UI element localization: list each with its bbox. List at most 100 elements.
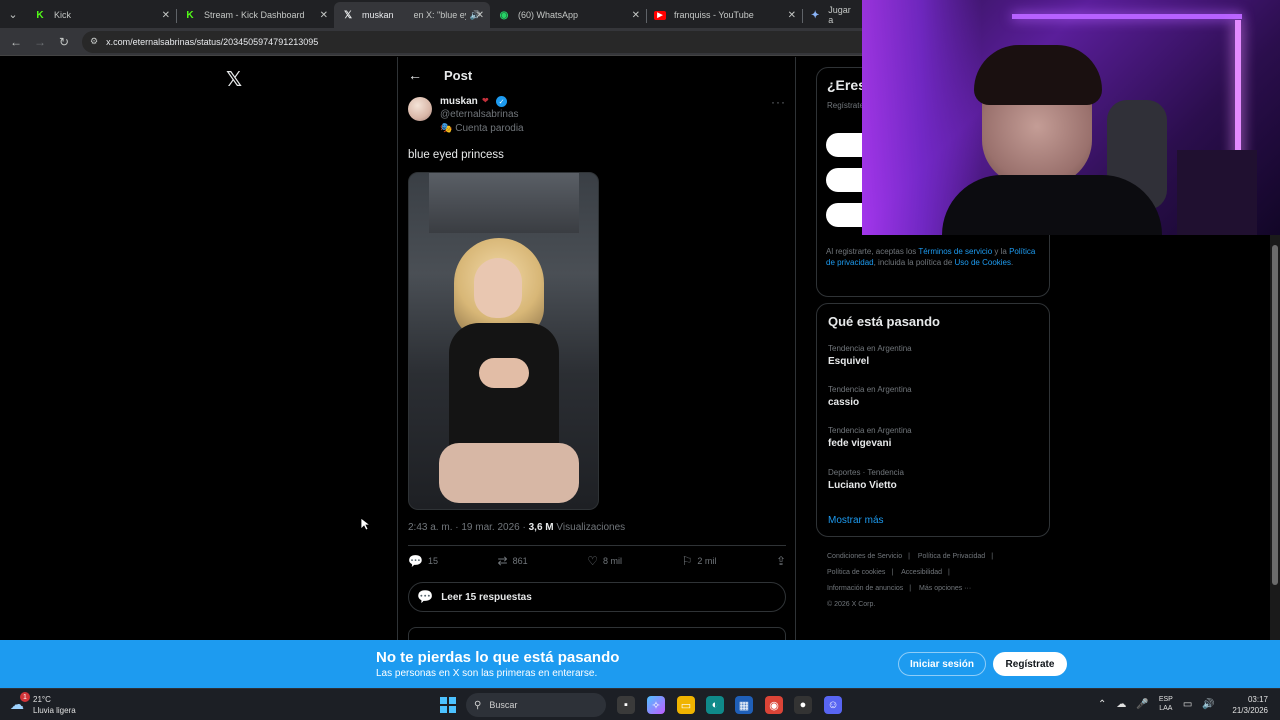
- microphone-icon[interactable]: 🎤: [1136, 699, 1148, 710]
- cookies-link[interactable]: Uso de Cookies: [955, 258, 1011, 267]
- trend-name: cassio: [828, 397, 860, 408]
- trend-context: Deportes · Tendencia: [828, 468, 904, 477]
- trend-item[interactable]: Tendencia en Argentina fede vigevani: [828, 426, 1038, 449]
- webcam-person-body: [942, 175, 1162, 235]
- app-icon[interactable]: ●: [794, 696, 812, 714]
- scroll-thumb[interactable]: [1272, 245, 1278, 585]
- close-icon[interactable]: ✕: [788, 10, 796, 21]
- store-icon[interactable]: ▦: [735, 696, 753, 714]
- close-icon[interactable]: ✕: [476, 10, 484, 21]
- forward-icon[interactable]: →: [28, 35, 52, 49]
- tab-label: Jugar a: [828, 5, 851, 25]
- tab-label: Stream - Kick Dashboard: [204, 10, 305, 20]
- network-icon[interactable]: ☁: [1116, 699, 1126, 710]
- avatar[interactable]: [408, 97, 432, 121]
- search-icon: ⚲: [474, 699, 482, 711]
- back-arrow-icon[interactable]: ←: [408, 67, 428, 83]
- like-button[interactable]: ♡ 8 mil: [587, 554, 622, 568]
- taskbar-clock[interactable]: 03:17 21/3/2026: [1226, 694, 1268, 716]
- tab-label: muskan: [362, 10, 394, 20]
- page-title: Post: [444, 67, 473, 83]
- post-media[interactable]: [408, 172, 599, 510]
- task-view-icon[interactable]: ▪: [617, 696, 635, 714]
- webcam-led-strip: [1012, 14, 1242, 19]
- language-indicator[interactable]: ESP LAA: [1159, 695, 1173, 713]
- trend-item[interactable]: Tendencia en Argentina Esquivel: [828, 344, 1038, 367]
- read-replies-button[interactable]: 💬 Leer 15 respuestas: [408, 582, 786, 612]
- chrome-icon[interactable]: ◉: [765, 696, 783, 714]
- repost-button[interactable]: ⇄ 861: [498, 554, 528, 568]
- reply-count: 15: [427, 556, 438, 566]
- trend-name: Luciano Vietto: [828, 480, 897, 491]
- reply-bubble-icon: 💬: [417, 589, 434, 604]
- post-meta: 2:43 a. m. · 19 mar. 2026 · 3,6 M Visual…: [408, 522, 626, 533]
- reply-button[interactable]: 💬 15: [408, 554, 438, 568]
- discord-icon[interactable]: ☺: [824, 696, 842, 714]
- chevron-up-icon[interactable]: ⌃: [1098, 699, 1106, 710]
- signup-legal-text: Al registrarte, aceptas los Términos de …: [826, 246, 1041, 268]
- copilot-icon[interactable]: ✧: [647, 696, 665, 714]
- footer-link-cookies[interactable]: Política de cookies: [827, 569, 885, 576]
- trend-item[interactable]: Tendencia en Argentina cassio: [828, 385, 1038, 408]
- rain-cloud-icon: ☁ 1: [10, 692, 30, 714]
- repost-icon: ⇄: [497, 554, 508, 568]
- url-bar[interactable]: ⚙ x.com/eternalsabrinas/status/203450597…: [82, 30, 932, 53]
- edge-icon[interactable]: ◐: [706, 696, 724, 714]
- post-date[interactable]: 19 mar. 2026: [461, 522, 519, 533]
- footer-link-privacy[interactable]: Política de Privacidad: [918, 553, 985, 560]
- clock-time: 03:17: [1247, 695, 1268, 704]
- post-actions: 💬 15 ⇄ 861 ♡ 8 mil ⚐ 2 mil ⇪: [408, 550, 786, 572]
- tab-kick-dashboard[interactable]: K Stream - Kick Dashboard ✕: [176, 2, 334, 28]
- scrollbar[interactable]: [1270, 235, 1280, 640]
- tab-label: Kick: [54, 10, 72, 20]
- author-handle[interactable]: @eternalsabrinas: [440, 109, 519, 120]
- login-button[interactable]: Iniciar sesión: [898, 652, 986, 676]
- tab-x-post[interactable]: 𝕏 muskan en X: "blue eye 🔊 ✕: [334, 2, 490, 28]
- reply-restriction-notice: [408, 627, 786, 640]
- weather-widget[interactable]: ☁ 1 21°C Lluvia ligera: [10, 692, 76, 716]
- lang-line2: LAA: [1159, 705, 1173, 712]
- whatsapp-icon: ◉: [499, 9, 509, 21]
- author-name[interactable]: muskan: [440, 96, 478, 107]
- show-more-link[interactable]: Mostrar más: [828, 515, 884, 526]
- volume-icon[interactable]: 🔊: [1202, 699, 1214, 710]
- trend-name: fede vigevani: [828, 438, 892, 449]
- terms-link[interactable]: Términos de servicio: [918, 247, 992, 256]
- reload-icon[interactable]: ↻: [52, 35, 76, 49]
- trends-title: Qué está pasando: [828, 314, 940, 329]
- post-time[interactable]: 2:43 a. m.: [408, 522, 452, 533]
- site-info-icon[interactable]: ⚙: [90, 36, 98, 47]
- tab-youtube[interactable]: ▶ franquiss - YouTube ✕: [646, 2, 803, 28]
- signup-button[interactable]: Regístrate: [993, 652, 1067, 676]
- search-placeholder: Buscar: [489, 700, 518, 710]
- close-icon[interactable]: ✕: [162, 10, 170, 21]
- column-divider: [397, 57, 398, 640]
- x-logo-icon[interactable]: 𝕏: [226, 67, 242, 91]
- footer-link-accessibility[interactable]: Accesibilidad: [901, 569, 942, 576]
- tab-gemini[interactable]: ✦ Jugar a: [802, 2, 862, 28]
- footer-link-more[interactable]: Más opciones ···: [919, 585, 971, 592]
- tab-kick[interactable]: K Kick ✕: [26, 2, 177, 28]
- tab-search-button[interactable]: ⌄: [0, 4, 26, 24]
- column-divider: [795, 57, 796, 640]
- heart-icon: ♡: [587, 554, 598, 568]
- taskbar-search-input[interactable]: ⚲ Buscar: [466, 693, 606, 717]
- media-figure-arm: [479, 358, 529, 388]
- display-icon[interactable]: ▭: [1183, 699, 1192, 710]
- x-icon: 𝕏: [343, 9, 353, 21]
- bookmark-button[interactable]: ⚐ 2 mil: [682, 554, 717, 568]
- tab-label: franquiss - YouTube: [674, 10, 754, 20]
- more-options-icon[interactable]: ···: [771, 95, 786, 109]
- file-explorer-icon[interactable]: ▭: [677, 696, 695, 714]
- close-icon[interactable]: ✕: [632, 10, 640, 21]
- share-button[interactable]: ⇪: [776, 554, 786, 568]
- back-icon[interactable]: ←: [4, 35, 28, 49]
- footer-link-ads[interactable]: Información de anuncios: [827, 585, 903, 592]
- tab-label: (60) WhatsApp: [518, 10, 579, 20]
- footer-link-terms[interactable]: Condiciones de Servicio: [827, 553, 902, 560]
- windows-start-icon[interactable]: [440, 697, 456, 713]
- copyright: © 2026 X Corp.: [827, 601, 876, 608]
- trend-item[interactable]: Deportes · Tendencia Luciano Vietto: [828, 468, 1038, 491]
- tab-whatsapp[interactable]: ◉ (60) WhatsApp ✕: [490, 2, 647, 28]
- close-icon[interactable]: ✕: [320, 10, 328, 21]
